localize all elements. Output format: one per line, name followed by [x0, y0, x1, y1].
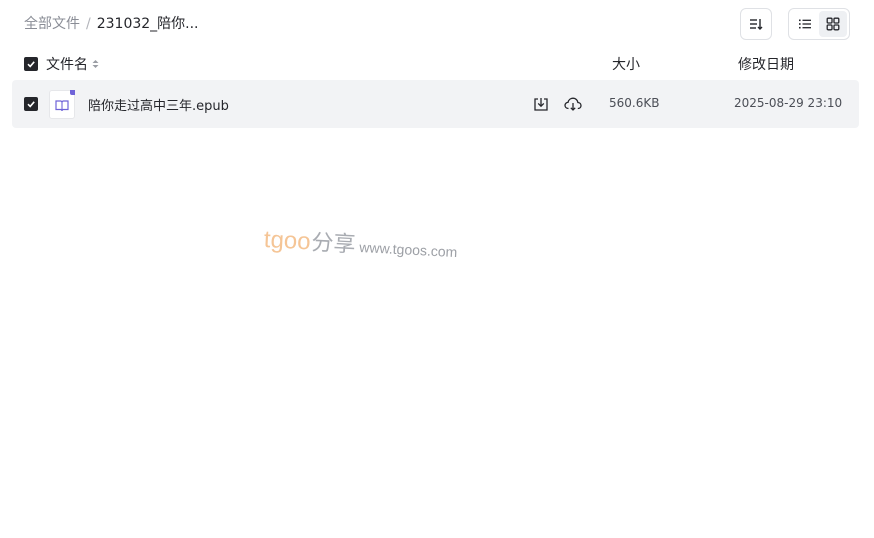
grid-view-button[interactable]: [819, 11, 847, 37]
list-view-button[interactable]: [791, 11, 819, 37]
file-size: 560.6KB: [609, 96, 660, 110]
file-browser-page: 全部文件 / 231032_陪你... 文件名 大小 修改日期 陪你走过高中三年…: [0, 0, 874, 538]
column-header-name-label: 文件名: [46, 57, 88, 73]
breadcrumb-separator: /: [86, 16, 91, 32]
download-icon: [534, 98, 548, 111]
view-mode-toggle: [788, 8, 850, 40]
save-to-cloud-button[interactable]: [564, 95, 582, 113]
watermark: tgoo 分享 www.tgoos.com: [263, 222, 458, 264]
file-modified-date: 2025-08-29 23:10: [734, 96, 843, 110]
file-name[interactable]: 陪你走过高中三年.epub: [88, 95, 229, 114]
column-header-size[interactable]: 大小: [612, 54, 640, 74]
sort-button[interactable]: [740, 8, 772, 40]
watermark-suffix: 分享: [310, 230, 357, 258]
checkmark-icon: [27, 61, 35, 68]
sort-caret-icon: [92, 59, 99, 69]
download-button[interactable]: [532, 95, 550, 113]
watermark-brand: tgoo: [263, 226, 312, 256]
grid-view-icon: [826, 17, 840, 31]
sort-icon: [750, 19, 763, 30]
row-checkbox[interactable]: [24, 97, 38, 111]
watermark-url: www.tgoos.com: [358, 239, 458, 261]
epub-book-icon: [49, 90, 75, 119]
checkmark-icon: [27, 101, 35, 108]
table-header: 文件名 大小 修改日期: [0, 52, 874, 76]
column-header-name[interactable]: 文件名: [46, 54, 99, 74]
select-all-checkbox[interactable]: [24, 57, 38, 71]
breadcrumb-root-link[interactable]: 全部文件: [24, 14, 80, 34]
list-view-icon: [799, 19, 811, 29]
breadcrumb: 全部文件 / 231032_陪你...: [24, 14, 199, 34]
top-bar: 全部文件 / 231032_陪你...: [0, 0, 874, 48]
cloud-download-icon: [564, 97, 582, 111]
column-header-modified[interactable]: 修改日期: [738, 54, 794, 74]
table-row[interactable]: 陪你走过高中三年.epub 560.6KB 2025-08-29 23:10: [12, 80, 859, 128]
breadcrumb-current-folder: 231032_陪你...: [96, 16, 199, 32]
